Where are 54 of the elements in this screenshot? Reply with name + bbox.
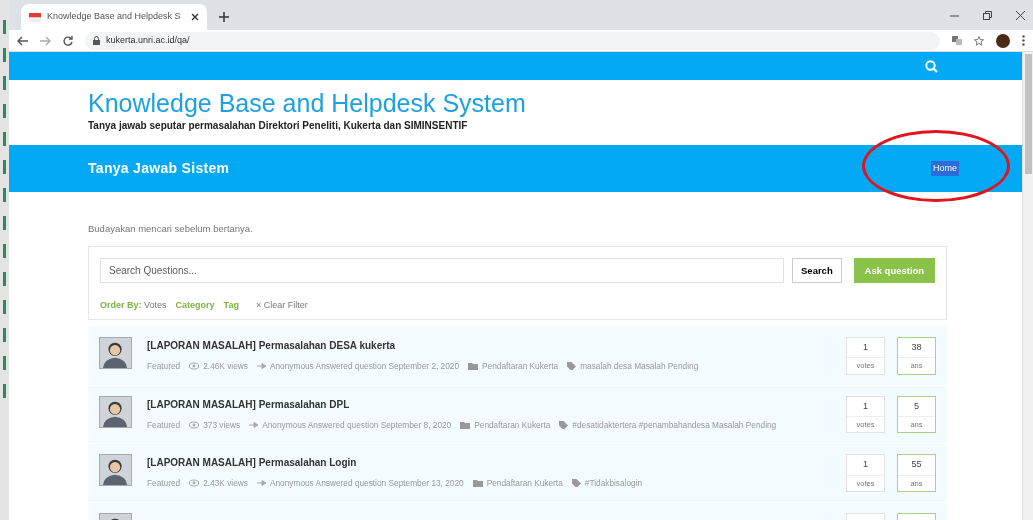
- translate-icon[interactable]: [952, 36, 962, 45]
- banner-title: Tanya Jawab Sistem: [88, 159, 230, 178]
- intro-text: Budayakan mencari sebelum bertanya.: [88, 222, 254, 236]
- order-by-filter[interactable]: Order By: Votes: [100, 299, 167, 313]
- featured-label: Featured: [147, 359, 181, 373]
- close-icon[interactable]: [191, 13, 199, 21]
- site-subtitle: Tanya jawab seputar permasalahan Direktori Peneliti, Kukerta dan SIMINSENTIF: [88, 119, 469, 133]
- nav-link[interactable]: Home: [931, 160, 959, 177]
- profile-avatar-icon[interactable]: [996, 33, 1010, 48]
- restore-icon[interactable]: [983, 10, 992, 20]
- back-icon[interactable]: [17, 35, 28, 46]
- views-count: 373 views: [203, 418, 241, 432]
- activity-text: Anonymous Answered question September 8, 2020: [262, 418, 452, 432]
- tags-text: #desatidaktertera #penambahandesa Masalah Pending: [572, 418, 777, 432]
- eye-icon: [189, 420, 200, 429]
- tags-text: masalah desa Masalah Pending: [580, 359, 699, 373]
- eye-icon: [189, 479, 200, 488]
- site-title: Knowledge Base and Helpdesk System: [88, 88, 527, 118]
- menu-icon[interactable]: [1022, 35, 1025, 46]
- scrollbar[interactable]: [1022, 52, 1033, 520]
- folder-icon: [472, 479, 483, 488]
- tag-icon: [571, 479, 581, 488]
- flag-icon: [29, 12, 41, 22]
- search-button[interactable]: Search: [792, 258, 842, 284]
- tab-title: Knowledge Base and Helpdesk S: [47, 10, 182, 24]
- tag-icon: [567, 361, 577, 370]
- featured-label: Featured: [147, 477, 181, 491]
- lock-icon: [93, 36, 100, 45]
- clear-filter-link[interactable]: × Clear Filter: [255, 299, 308, 313]
- folder-icon: [460, 420, 471, 429]
- featured-label: Featured: [147, 418, 181, 432]
- views-count: 2.43K views: [203, 477, 248, 491]
- question-title[interactable]: [LAPORAN MASALAH] Permasalahan DPL: [147, 396, 831, 412]
- tag-icon: [559, 420, 569, 429]
- avatar-icon: [99, 454, 132, 487]
- url-text: kukerta.unri.ac.id/qa/: [106, 33, 190, 47]
- new-tab-icon[interactable]: [219, 12, 229, 22]
- question-title[interactable]: [LAPORAN MASALAH] Permasalahan Login: [147, 455, 831, 471]
- address-bar[interactable]: kukerta.unri.ac.id/qa/: [85, 31, 940, 50]
- tags-text: #Tidakbisalogin: [584, 477, 643, 491]
- reload-icon[interactable]: [63, 35, 73, 46]
- star-icon[interactable]: [974, 35, 984, 46]
- search-icon[interactable]: [925, 59, 938, 73]
- eye-icon: [189, 361, 200, 370]
- avatar-icon: [99, 336, 132, 369]
- activity-text: Anonymous Answered question September 2, 2020: [269, 359, 460, 373]
- close-icon[interactable]: [1016, 10, 1025, 20]
- search-field[interactable]: Search Questions...: [100, 258, 784, 284]
- folder-icon: [468, 361, 479, 370]
- activity-text: Anonymous Answered question September 13, 2020: [269, 477, 464, 491]
- question-title[interactable]: [LAPORAN MASALAH] Permasalahan DESA kukerta: [147, 337, 831, 353]
- views-count: 2.46K views: [203, 359, 248, 373]
- browser-tab[interactable]: Knowledge Base and Helpdesk S: [21, 4, 207, 30]
- avatar-icon: [99, 395, 132, 428]
